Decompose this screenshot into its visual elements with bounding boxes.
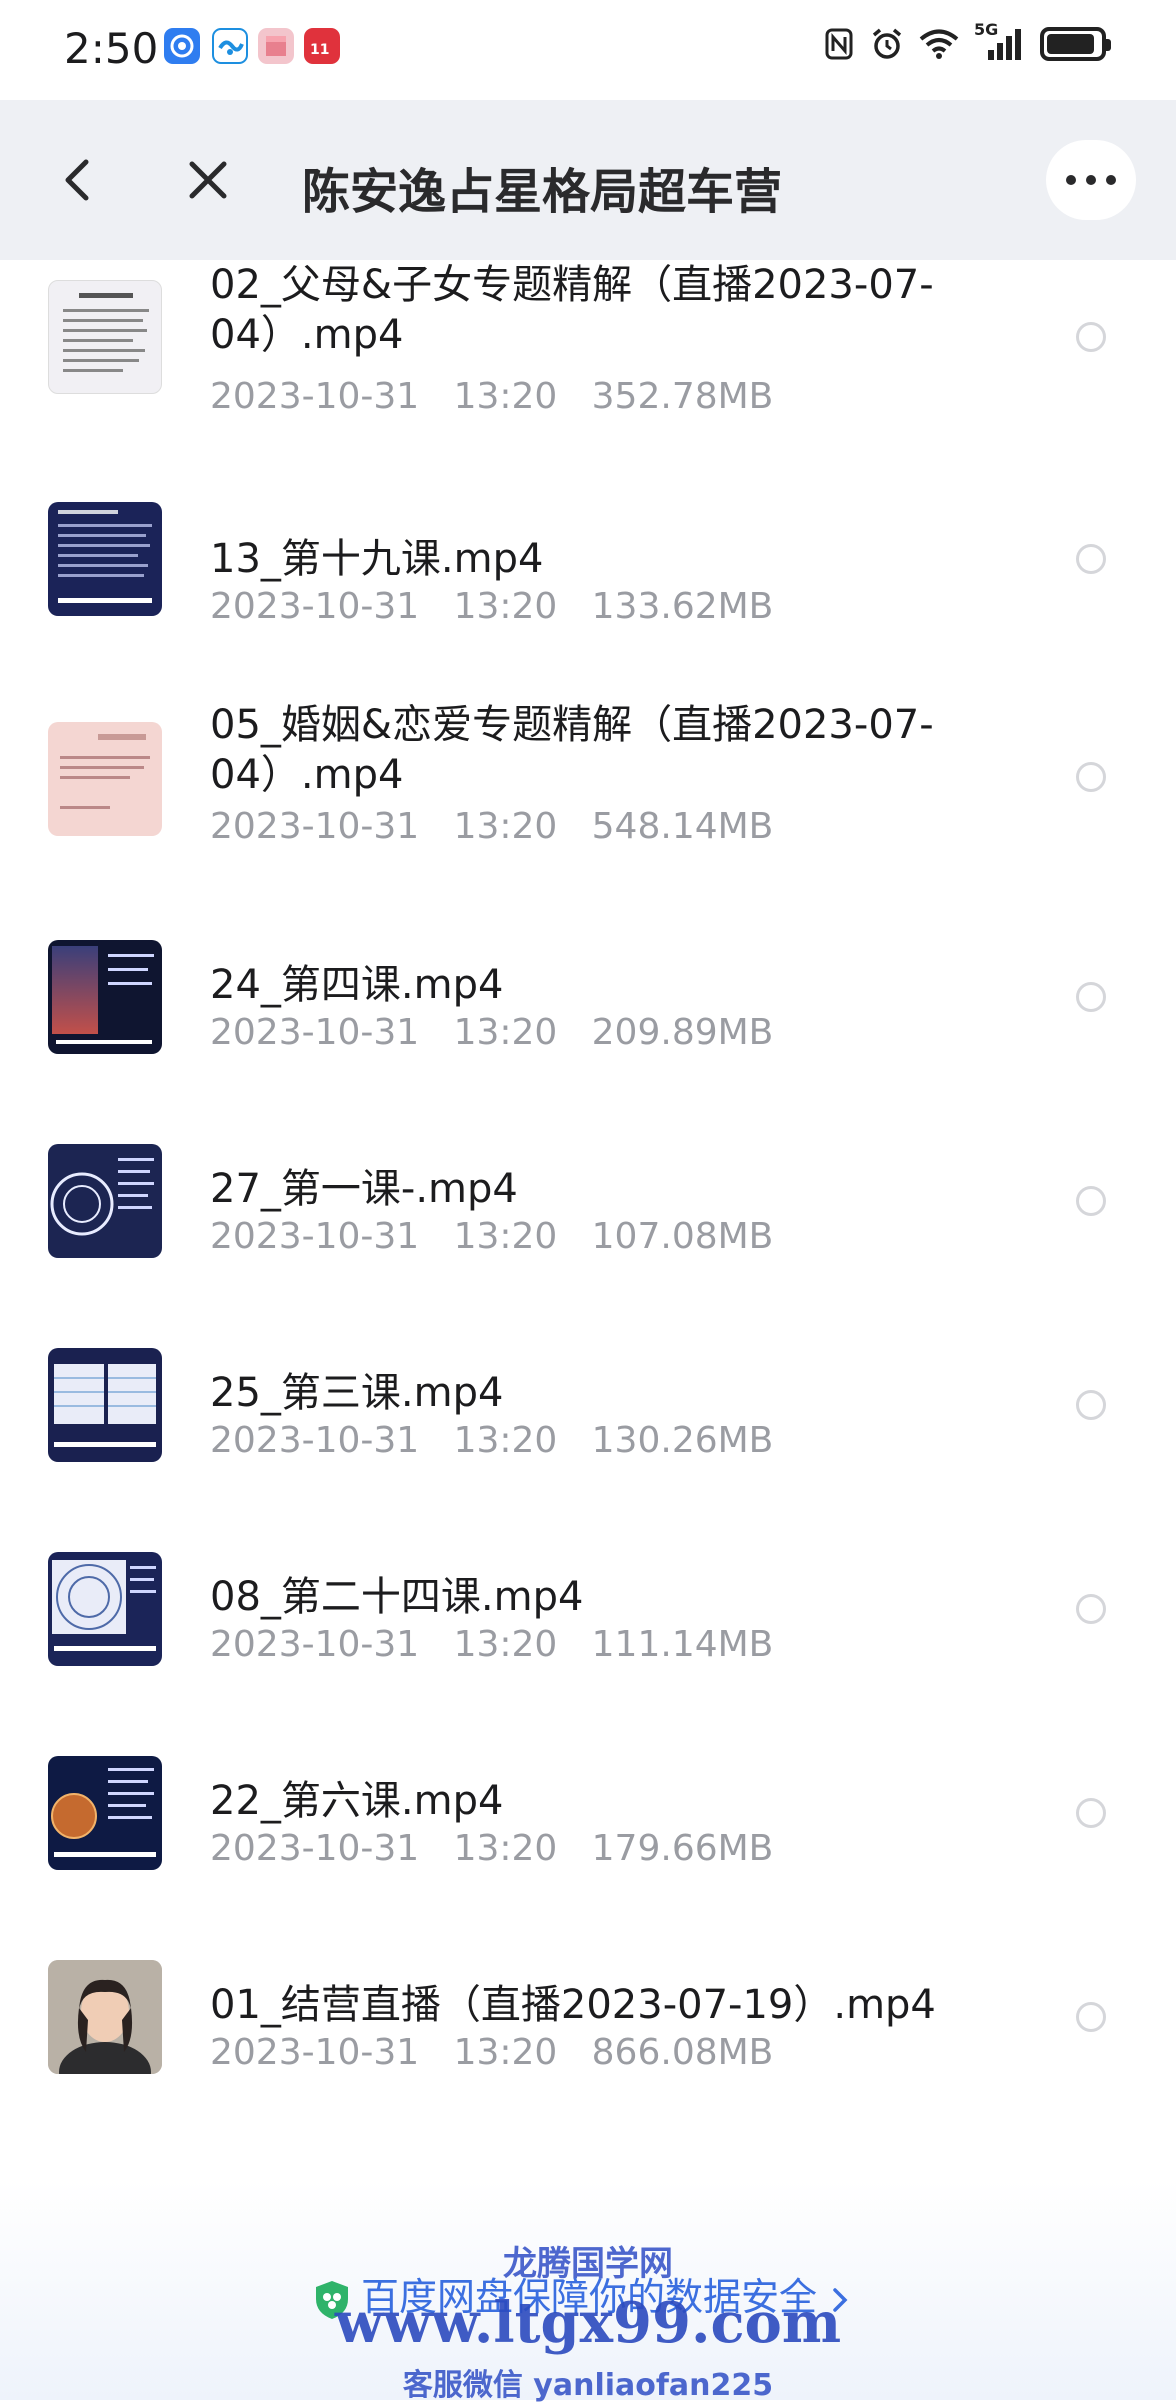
file-row[interactable]: 27_第一课-.mp4 2023-10-31 13:20 107.08MB (0, 1144, 1176, 1304)
file-thumbnail (48, 1348, 162, 1462)
file-meta: 2023-10-31 13:20 133.62MB (210, 586, 774, 627)
svg-text:11: 11 (310, 42, 329, 58)
navigation-bar: 陈安逸占星格局超车营 (0, 100, 1176, 260)
battery-icon (1040, 27, 1111, 61)
file-name: 24_第四课.mp4 (210, 962, 504, 1008)
select-radio[interactable] (1076, 1390, 1106, 1420)
select-radio[interactable] (1076, 982, 1106, 1012)
app-icon-11-11: 11 (304, 28, 340, 64)
signal-5g-icon: 5G (974, 20, 1026, 62)
select-radio[interactable] (1076, 1186, 1106, 1216)
app-icon-blue-wave (212, 28, 248, 64)
select-radio[interactable] (1076, 2002, 1106, 2032)
file-name: 22_第六课.mp4 (210, 1778, 504, 1824)
file-meta: 2023-10-31 13:20 107.08MB (210, 1216, 774, 1257)
app-icon-pink-box (258, 28, 294, 64)
file-meta: 2023-10-31 13:20 111.14MB (210, 1624, 774, 1665)
file-thumbnail (48, 722, 162, 836)
page-title: 陈安逸占星格局超车营 (302, 164, 783, 220)
file-row[interactable]: 05_婚姻&恋爱专题精解（直播2023-07-04）.mp4 2023-10-3… (0, 700, 1176, 880)
back-icon[interactable] (48, 150, 108, 210)
file-thumbnail (48, 280, 162, 394)
file-meta: 2023-10-31 13:20 866.08MB (210, 2032, 774, 2073)
file-row[interactable]: 24_第四课.mp4 2023-10-31 13:20 209.89MB (0, 940, 1176, 1100)
alarm-icon (872, 28, 902, 59)
more-icon (1066, 175, 1116, 185)
select-radio[interactable] (1076, 322, 1106, 352)
status-time: 2:50 (64, 24, 159, 73)
file-meta: 2023-10-31 13:20 130.26MB (210, 1420, 774, 1461)
file-row[interactable]: 08_第二十四课.mp4 2023-10-31 13:20 111.14MB (0, 1552, 1176, 1712)
file-thumbnail (48, 502, 162, 616)
file-meta: 2023-10-31 13:20 179.66MB (210, 1828, 774, 1869)
nfc-icon (825, 28, 853, 60)
select-radio[interactable] (1076, 1594, 1106, 1624)
select-radio[interactable] (1076, 1798, 1106, 1828)
file-thumbnail (48, 1960, 162, 2074)
file-name: 27_第一课-.mp4 (210, 1166, 518, 1212)
file-meta: 2023-10-31 13:20 209.89MB (210, 1012, 774, 1053)
file-meta: 2023-10-31 13:20 352.78MB (210, 376, 774, 417)
watermark-url: www.ltgx99.com (334, 2290, 842, 2356)
footer-banner: 龙腾国学网 百度网盘保障你的数据安全 www.ltgx99.com 客服微信 y… (0, 2180, 1176, 2403)
file-row[interactable]: 02_父母&子女专题精解（直播2023-07-04）.mp4 2023-10-3… (0, 260, 1176, 420)
file-name: 08_第二十四课.mp4 (210, 1574, 584, 1620)
file-name: 02_父母&子女专题精解（直播2023-07-04）.mp4 (210, 262, 934, 358)
app-icon-blue (164, 28, 200, 64)
file-name: 05_婚姻&恋爱专题精解（直播2023-07-04）.mp4 (210, 702, 934, 798)
select-radio[interactable] (1076, 762, 1106, 792)
battery-level-fill (1047, 34, 1094, 54)
file-row[interactable]: 25_第三课.mp4 2023-10-31 13:20 130.26MB (0, 1348, 1176, 1508)
file-meta: 2023-10-31 13:20 548.14MB (210, 806, 774, 847)
select-radio[interactable] (1076, 544, 1106, 574)
close-icon[interactable] (178, 150, 238, 210)
file-thumbnail (48, 1552, 162, 1666)
file-row[interactable]: 22_第六课.mp4 2023-10-31 13:20 179.66MB (0, 1756, 1176, 1916)
file-thumbnail (48, 1144, 162, 1258)
file-thumbnail (48, 1756, 162, 1870)
file-thumbnail (48, 940, 162, 1054)
file-name: 01_结营直播（直播2023-07-19）.mp4 (210, 1982, 936, 2028)
file-row[interactable]: 13_第十九课.mp4 2023-10-31 13:20 133.62MB (0, 490, 1176, 650)
more-button[interactable] (1046, 140, 1136, 220)
watermark-contact: 客服微信 yanliaofan225 (402, 2368, 774, 2403)
file-name: 25_第三课.mp4 (210, 1370, 504, 1416)
file-name: 13_第十九课.mp4 (210, 536, 544, 582)
file-row[interactable]: 01_结营直播（直播2023-07-19）.mp4 2023-10-31 13:… (0, 1960, 1176, 2120)
status-bar: 2:50 11 5G (0, 0, 1176, 100)
wifi-icon (919, 29, 959, 59)
